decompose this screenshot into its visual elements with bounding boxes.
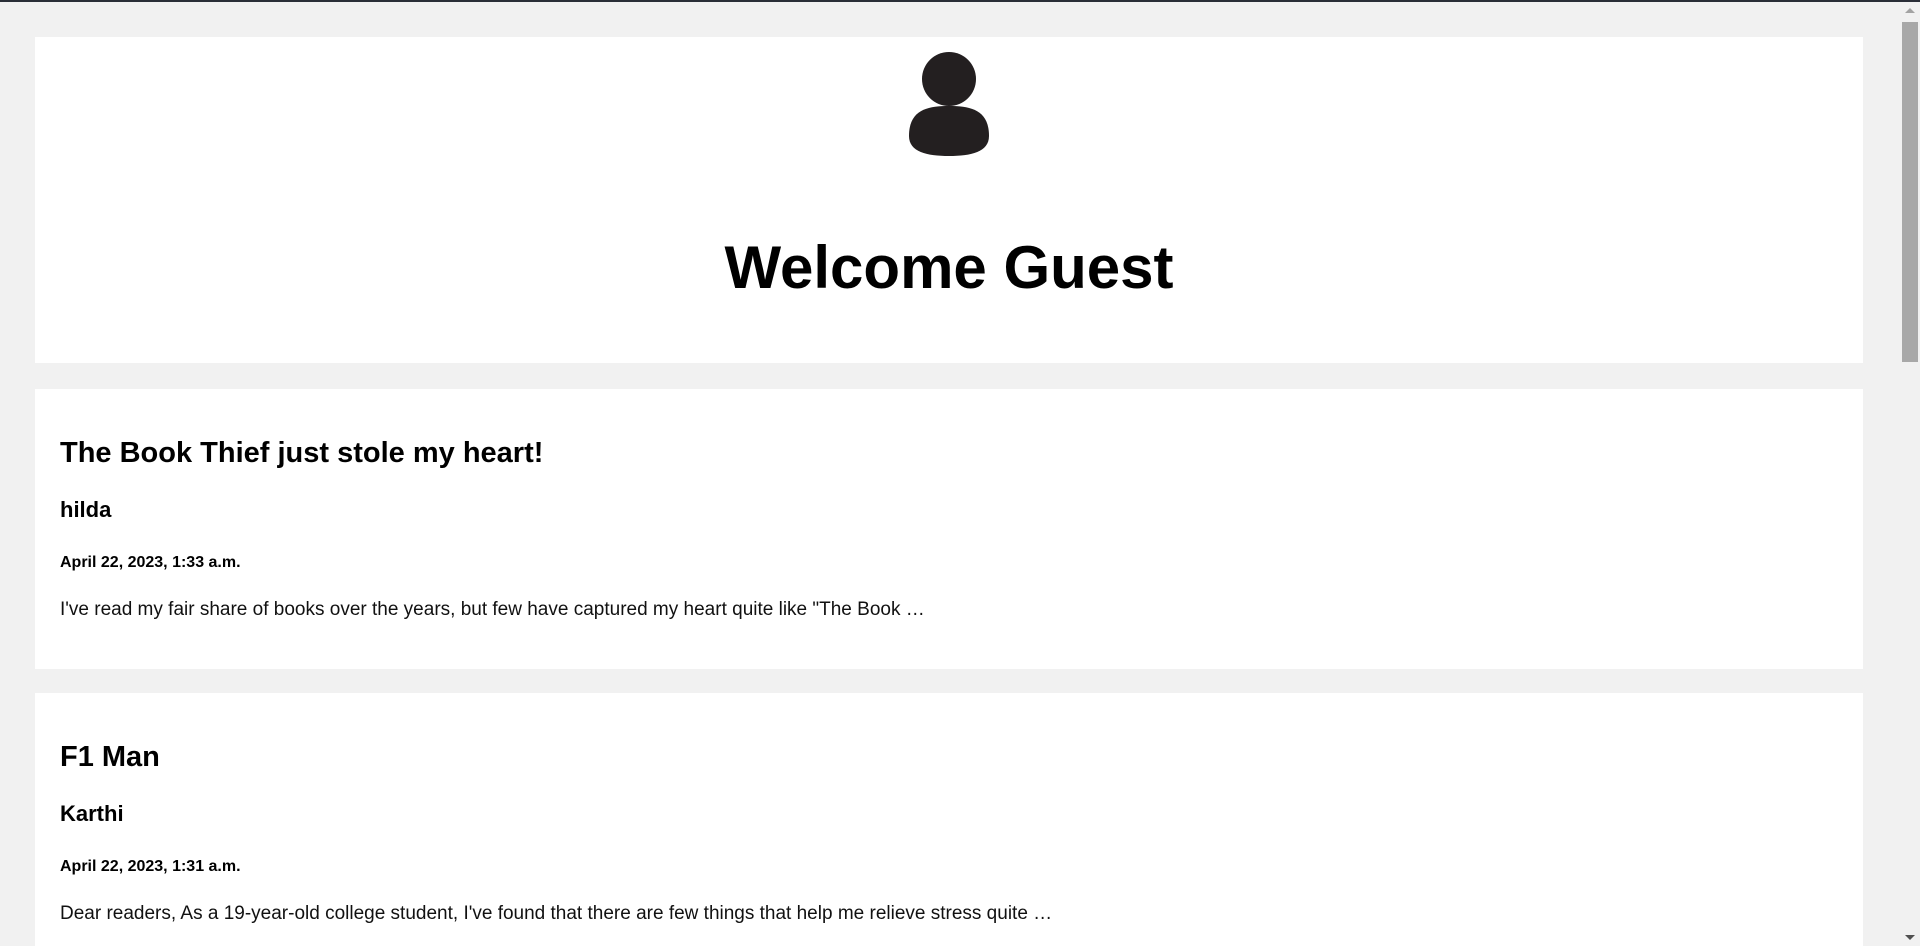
post-author: Karthi — [60, 801, 124, 826]
post-card[interactable]: F1 Man Karthi April 22, 2023, 1:31 a.m. … — [35, 693, 1863, 946]
post-excerpt: Dear readers, As a 19-year-old college s… — [60, 903, 1053, 924]
post-excerpt: I've read my fair share of books over th… — [60, 599, 925, 620]
post-date: April 22, 2023, 1:31 a.m. — [60, 858, 241, 875]
welcome-header: Welcome Guest — [35, 37, 1863, 363]
post-author: hilda — [60, 497, 112, 522]
post-card[interactable]: The Book Thief just stole my heart! hild… — [35, 389, 1863, 669]
welcome-title: Welcome Guest — [724, 234, 1174, 301]
post-title[interactable]: F1 Man — [60, 741, 160, 774]
scroll-thumb[interactable] — [1902, 22, 1918, 362]
user-icon — [909, 52, 989, 156]
scroll-up-arrow-icon[interactable] — [1905, 8, 1915, 13]
scroll-down-arrow-icon[interactable] — [1905, 935, 1915, 940]
post-date: April 22, 2023, 1:33 a.m. — [60, 554, 241, 571]
post-title[interactable]: The Book Thief just stole my heart! — [60, 437, 543, 470]
page-content: Welcome Guest The Book Thief just stole … — [0, 2, 1900, 946]
vertical-scrollbar[interactable] — [1900, 2, 1920, 946]
